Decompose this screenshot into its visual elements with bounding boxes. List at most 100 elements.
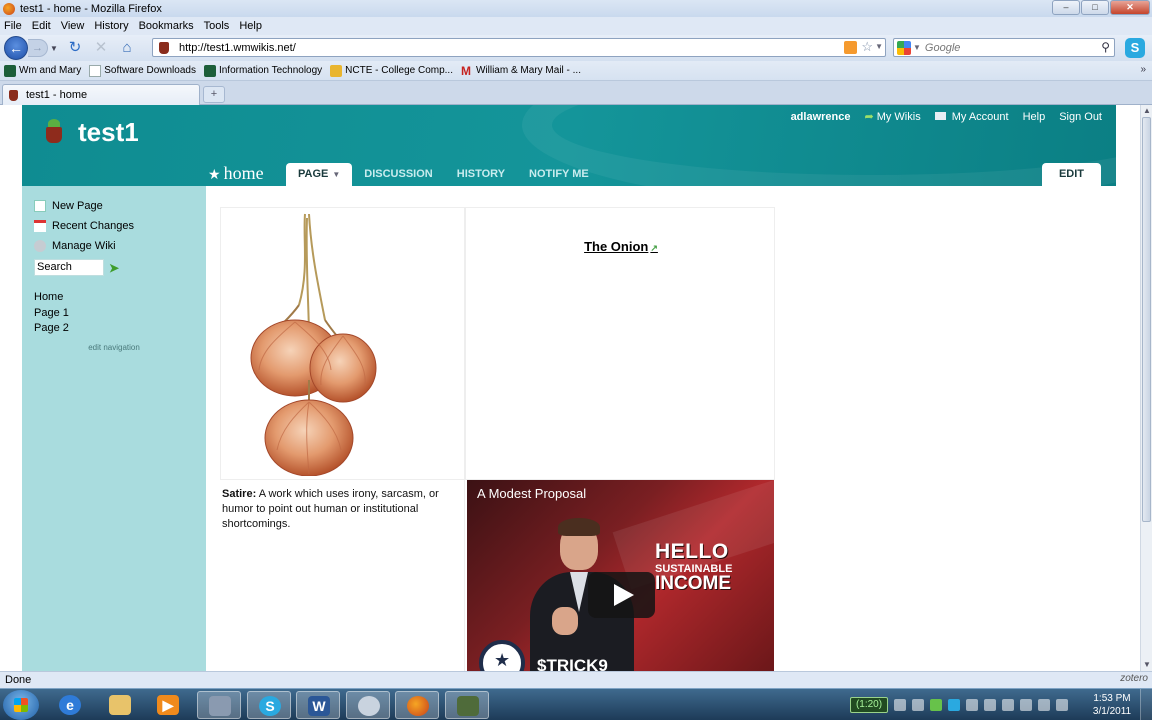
edit-button[interactable]: EDIT [1042, 163, 1101, 186]
back-button[interactable]: ← [4, 36, 28, 60]
menu-history[interactable]: History [94, 20, 128, 32]
page-tabs: PAGE ▼ DISCUSSION HISTORY NOTIFY ME [286, 163, 601, 186]
address-bar[interactable]: http://test1.wmwikis.net/ ☆ ▼ [152, 38, 886, 57]
menu-view[interactable]: View [61, 20, 85, 32]
taskbar-app-tools[interactable] [197, 691, 241, 719]
stop-icon[interactable]: ✕ [90, 37, 112, 59]
edit-navigation-link[interactable]: edit navigation [22, 343, 206, 352]
bookmark-software-downloads[interactable]: Software Downloads [89, 64, 196, 77]
menu-tools[interactable]: Tools [204, 20, 230, 32]
vertical-scrollbar[interactable]: ▲ ▼ [1140, 105, 1152, 671]
ncte-favicon-icon [330, 64, 343, 77]
google-icon[interactable] [897, 40, 911, 55]
recent-changes-link[interactable]: Recent Changes [34, 220, 134, 232]
username: adlawrence [790, 110, 851, 123]
scroll-up-icon[interactable]: ▲ [1141, 105, 1152, 117]
taskbar-file-explorer[interactable] [98, 691, 142, 719]
my-wikis-link[interactable]: ➦ My Wikis [864, 110, 920, 123]
video-embed[interactable]: A Modest Proposal HELLO SUSTAINABLE INCO… [467, 480, 774, 671]
taskbar-app-green[interactable] [445, 691, 489, 719]
tab-discussion[interactable]: DISCUSSION [352, 163, 444, 186]
bookmark-information-technology[interactable]: Information Technology [203, 64, 322, 77]
start-button[interactable] [3, 690, 39, 720]
nav-link-home[interactable]: Home [34, 290, 69, 306]
sign-out-link[interactable]: Sign Out [1059, 111, 1102, 123]
new-page-link[interactable]: New Page [34, 200, 103, 212]
skype-tray-icon[interactable] [948, 699, 960, 711]
volume-icon[interactable] [1056, 699, 1068, 711]
taskbar-media-player[interactable]: ▶ [146, 691, 190, 719]
zotero-button[interactable]: zotero [1120, 673, 1148, 684]
definition-cell: Satire: A work which uses irony, sarcasm… [220, 480, 465, 671]
video-title[interactable]: A Modest Proposal [477, 486, 586, 501]
video-play-button[interactable] [588, 572, 655, 618]
search-icon[interactable]: ⚲ [1101, 40, 1110, 54]
wm-favicon-icon [4, 64, 16, 77]
battery-icon[interactable] [1020, 699, 1032, 711]
home-icon[interactable]: ⌂ [116, 37, 138, 59]
maximize-button[interactable]: □ [1081, 0, 1109, 15]
menu-help[interactable]: Help [239, 20, 262, 32]
bookmark-wm-mail[interactable]: M William & Mary Mail - ... [461, 65, 581, 77]
tab-test1-home[interactable]: test1 - home [2, 84, 200, 105]
new-tab-button[interactable]: + [203, 86, 225, 103]
wm-favicon-icon [203, 64, 216, 77]
minimize-button[interactable]: ‒ [1052, 0, 1080, 15]
reload-icon[interactable]: ↻ [64, 37, 86, 59]
the-onion-link[interactable]: The Onion ↗ [466, 239, 776, 254]
menu-file[interactable]: File [4, 20, 22, 32]
tab-page[interactable]: PAGE ▼ [286, 163, 353, 186]
page-name: ★ home [208, 163, 264, 183]
site-favicon-icon [159, 41, 169, 54]
taskbar-internet-explorer[interactable]: e [48, 691, 92, 719]
video-graphic-income: INCOME [655, 573, 731, 594]
scroll-down-icon[interactable]: ▼ [1141, 659, 1152, 671]
wiki-logo-icon[interactable] [42, 117, 66, 145]
bookmark-wm-and-mary[interactable]: Wm and Mary [4, 64, 81, 77]
flag-icon[interactable] [1038, 699, 1050, 711]
internet-explorer-icon: e [59, 695, 81, 715]
network-icon[interactable] [1002, 699, 1014, 711]
favorite-star-icon[interactable]: ★ [208, 168, 221, 183]
video-ticker-text: $TRICK9 [537, 656, 608, 671]
tray-icon[interactable] [984, 699, 996, 711]
history-dropdown-icon[interactable]: ▼ [50, 44, 60, 53]
tray-icon[interactable] [912, 699, 924, 711]
close-button[interactable]: ✕ [1110, 0, 1150, 15]
menu-edit[interactable]: Edit [32, 20, 51, 32]
help-link[interactable]: Help [1023, 111, 1046, 123]
search-box[interactable]: ▼ Google ⚲ [893, 38, 1115, 57]
sidebar-search-input[interactable]: Search [34, 259, 104, 276]
skype-toolbar-icon[interactable]: S [1125, 38, 1145, 58]
tab-history[interactable]: HISTORY [445, 163, 517, 186]
url-dropdown-icon[interactable]: ▼ [875, 42, 883, 51]
tray-icon[interactable] [894, 699, 906, 711]
nav-link-page-2[interactable]: Page 2 [34, 321, 69, 337]
taskbar-firefox[interactable] [395, 691, 439, 719]
nav-link-page-1[interactable]: Page 1 [34, 306, 69, 322]
page-content: The Onion ↗ Satire: A work which uses iro… [220, 207, 776, 671]
taskbar-skype[interactable]: S [247, 691, 291, 719]
system-clock[interactable]: 1:53 PM 3/1/2011 [1087, 692, 1137, 718]
wiki-name[interactable]: test1 [78, 117, 139, 148]
forward-button[interactable]: → [28, 39, 48, 57]
taskbar-magnifier[interactable] [346, 691, 390, 719]
rss-icon[interactable] [844, 41, 857, 54]
tray-icon[interactable] [930, 699, 942, 711]
bookmarks-overflow-icon[interactable]: » [1140, 64, 1146, 75]
manage-wiki-link[interactable]: Manage Wiki [34, 240, 116, 252]
bookmark-star-icon[interactable]: ☆ [861, 39, 873, 55]
show-desktop-button[interactable] [1140, 689, 1152, 721]
scrollbar-thumb[interactable] [1142, 117, 1151, 522]
menu-bookmarks[interactable]: Bookmarks [139, 20, 194, 32]
taskbar-word[interactable]: W [296, 691, 340, 719]
search-engine-dropdown-icon[interactable]: ▼ [913, 43, 921, 52]
search-go-arrow-icon[interactable]: ➤ [109, 261, 119, 275]
tab-notify-me[interactable]: NOTIFY ME [517, 163, 601, 186]
search-input[interactable]: Google [925, 42, 960, 54]
tray-icon[interactable] [966, 699, 978, 711]
bookmark-ncte[interactable]: NCTE - College Comp... [330, 64, 453, 77]
battery-indicator[interactable]: (1:20) [850, 697, 888, 713]
clock-time: 1:53 PM [1093, 693, 1131, 704]
my-account-link[interactable]: My Account [934, 111, 1009, 123]
